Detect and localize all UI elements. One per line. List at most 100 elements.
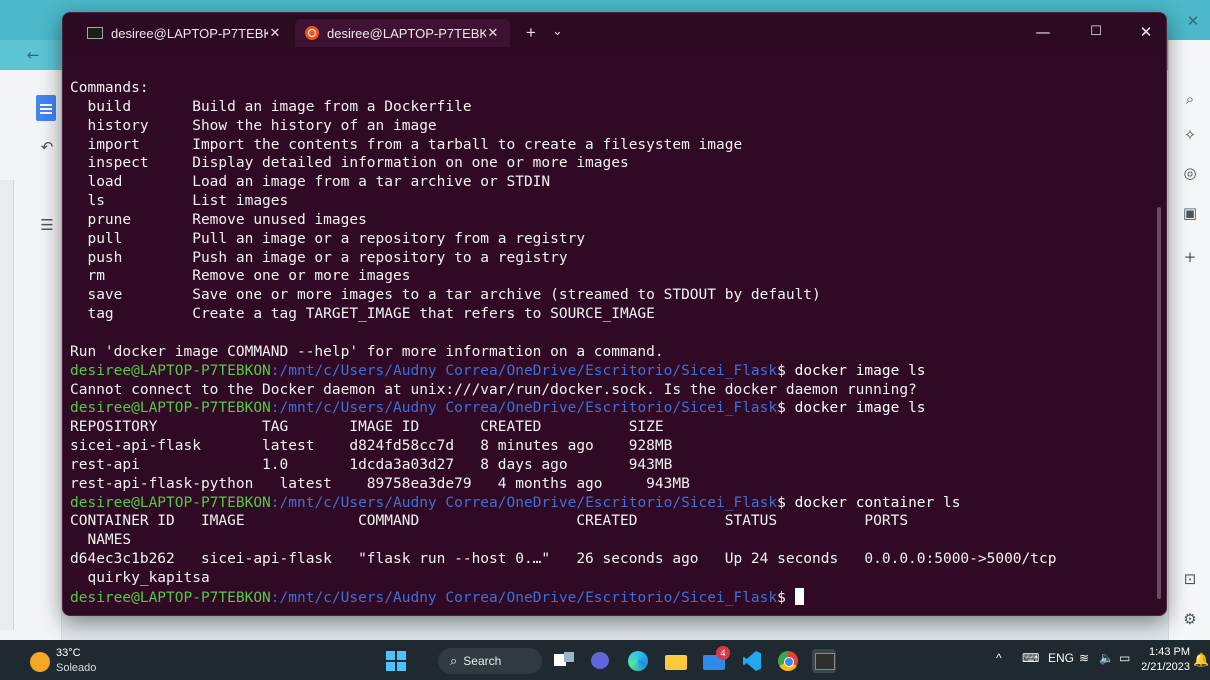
docs-icon[interactable] — [36, 95, 56, 121]
vscode-icon[interactable] — [740, 649, 764, 673]
battery-icon[interactable]: ▭ — [1119, 651, 1130, 665]
output-line: d64ec3c1b262 sicei-api-flask "flask run … — [70, 551, 1057, 568]
show-hidden-icons-chevron-icon[interactable]: ^ — [996, 651, 1002, 665]
background-top-strip — [0, 0, 1210, 10]
prompt-symbol: $ — [777, 494, 795, 511]
sun-icon[interactable] — [30, 652, 50, 672]
minimize-button[interactable]: — — [1023, 19, 1063, 45]
maximize-button[interactable]: ☐ — [1076, 19, 1116, 45]
prompt-line: desiree@LAPTOP-P7TEBKON:/mnt/c/Users/Aud… — [70, 399, 1150, 418]
bing-icon[interactable]: ◎ — [1179, 162, 1201, 184]
output-line: REPOSITORY TAG IMAGE ID CREATED SIZE — [70, 419, 664, 436]
clock-time[interactable]: 1:43 PM — [1148, 646, 1190, 658]
edge-icon[interactable] — [626, 649, 650, 673]
output-line: sicei-api-flask latest d824fd58cc7d 8 mi… — [70, 438, 673, 455]
tab-shell-1[interactable]: desiree@LAPTOP-P7TEBKON: / ✕ — [77, 19, 292, 47]
tab-label: desiree@LAPTOP-P7TEBKON: / — [111, 25, 268, 41]
wifi-icon[interactable]: ≋ — [1079, 651, 1089, 665]
prompt-user: desiree@LAPTOP-P7TEBKON — [70, 494, 271, 511]
weather-description[interactable]: Soleado — [56, 662, 96, 674]
terminal-tab-icon — [87, 27, 103, 39]
back-arrow-icon[interactable]: ← — [22, 44, 44, 66]
sidebar-toggle-icon[interactable]: ⊡ — [1179, 568, 1201, 590]
outlook-icon[interactable]: ▣ — [1179, 202, 1201, 224]
taskbar-search-box[interactable]: ⌕ Search — [438, 648, 542, 674]
tab-shell-2[interactable]: desiree@LAPTOP-P7TEBKON: ✕ — [295, 19, 510, 47]
close-window-button[interactable]: ✕ — [1126, 19, 1166, 45]
output-line: rm Remove one or more images — [70, 268, 411, 285]
outline-icon[interactable]: ☰ — [36, 214, 58, 236]
prompt-path: :/mnt/c/Users/Audny Correa/OneDrive/Escr… — [270, 400, 778, 417]
close-tab-icon[interactable]: ✕ — [268, 25, 282, 41]
keyboard-icon[interactable]: ⌨ — [1022, 651, 1039, 665]
chat-icon[interactable] — [588, 649, 612, 673]
notification-bell-icon[interactable]: 🔔 — [1193, 652, 1209, 668]
prompt-line: desiree@LAPTOP-P7TEBKON:/mnt/c/Users/Aud… — [70, 587, 1150, 607]
output-line: rest-api-flask-python latest 89758ea3de7… — [70, 475, 690, 492]
weather-temperature[interactable]: 33°C — [56, 647, 81, 659]
output-line: history Show the history of an image — [70, 117, 437, 134]
vertical-ruler — [0, 180, 14, 630]
output-line: ls List images — [70, 193, 289, 210]
windows-start-icon[interactable] — [386, 651, 406, 671]
windows-taskbar: 33°C Soleado ⌕ Search 4 ^ ⌨ ENG ≋ 🔈 ▭ 1:… — [0, 640, 1210, 680]
output-line: load Load an image from a tar archive or… — [70, 174, 551, 191]
output-line: push Push an image or a repository to a … — [70, 249, 568, 266]
tab-dropdown-chevron-icon[interactable]: ⌄ — [552, 23, 563, 39]
output-line: quirky_kapitsa — [70, 569, 210, 586]
output-line: prune Remove unused images — [70, 211, 367, 228]
background-right-sidebar: ⌕ ✧ ◎ ▣ + ⊡ ⚙ — [1168, 40, 1210, 640]
output-line: build Build an image from a Dockerfile — [70, 98, 472, 115]
output-line: Run 'docker image COMMAND --help' for mo… — [70, 343, 664, 360]
terminal-scrollbar[interactable] — [1157, 207, 1161, 599]
prompt-path: :/mnt/c/Users/Audny Correa/OneDrive/Escr… — [270, 494, 778, 511]
prompt-path: :/mnt/c/Users/Audny Correa/OneDrive/Escr… — [270, 589, 778, 606]
prompt-command: docker image ls — [794, 400, 926, 417]
output-line: pull Pull an image or a repository from … — [70, 230, 586, 247]
file-explorer-icon[interactable] — [664, 649, 688, 673]
prompt-user: desiree@LAPTOP-P7TEBKON — [70, 400, 271, 417]
output-line: NAMES — [70, 532, 132, 549]
output-line: save Save one or more images to a tar ar… — [70, 287, 821, 304]
sparkle-icon[interactable]: ✧ — [1179, 124, 1201, 146]
terminal-window[interactable]: desiree@LAPTOP-P7TEBKON: / ✕ desiree@LAP… — [62, 12, 1167, 616]
terminal-output[interactable]: Commands: build Build an image from a Do… — [70, 79, 1150, 609]
prompt-path: :/mnt/c/Users/Audny Correa/OneDrive/Escr… — [270, 362, 778, 379]
language-indicator[interactable]: ENG — [1048, 651, 1074, 665]
output-line: rest-api 1.0 1dcda3a03d27 8 days ago 943… — [70, 456, 673, 473]
settings-icon[interactable]: ⚙ — [1179, 608, 1201, 630]
prompt-line: desiree@LAPTOP-P7TEBKON:/mnt/c/Users/Aud… — [70, 362, 1150, 381]
undo-icon[interactable]: ↶ — [36, 136, 58, 158]
search-label: Search — [463, 654, 502, 668]
output-line: CONTAINER ID IMAGE COMMAND CREATED STATU… — [70, 513, 909, 530]
prompt-symbol: $ — [777, 589, 795, 606]
prompt-command: docker image ls — [794, 362, 926, 379]
output-line: Commands: — [70, 80, 149, 96]
output-line: Cannot connect to the Docker daemon at u… — [70, 381, 917, 398]
mail-badge: 4 — [716, 646, 730, 660]
clock-date[interactable]: 2/21/2023 — [1140, 661, 1190, 673]
text-cursor — [794, 587, 804, 605]
search-icon: ⌕ — [450, 653, 458, 668]
chrome-icon[interactable] — [776, 649, 800, 673]
add-icon[interactable]: + — [1179, 246, 1201, 268]
output-line: tag Create a tag TARGET_IMAGE that refer… — [70, 306, 655, 323]
output-line: import Import the contents from a tarbal… — [70, 136, 743, 153]
prompt-line: desiree@LAPTOP-P7TEBKON:/mnt/c/Users/Aud… — [70, 494, 1150, 513]
prompt-command: docker container ls — [794, 494, 961, 511]
ubuntu-icon — [305, 26, 319, 40]
new-tab-button[interactable]: + — [526, 23, 536, 43]
tab-label: desiree@LAPTOP-P7TEBKON: — [327, 25, 486, 41]
prompt-symbol: $ — [777, 362, 795, 379]
output-line: inspect Display detailed information on … — [70, 155, 629, 172]
volume-icon[interactable]: 🔈 — [1099, 651, 1114, 665]
background-close-icon[interactable]: ✕ — [1178, 10, 1208, 32]
search-icon[interactable]: ⌕ — [1179, 88, 1201, 110]
terminal-app-icon[interactable] — [812, 649, 836, 673]
task-view-icon[interactable] — [552, 649, 576, 673]
close-tab-icon[interactable]: ✕ — [486, 25, 500, 41]
terminal-titlebar[interactable]: desiree@LAPTOP-P7TEBKON: / ✕ desiree@LAP… — [63, 13, 1166, 51]
prompt-symbol: $ — [777, 400, 795, 417]
prompt-user: desiree@LAPTOP-P7TEBKON — [70, 362, 271, 379]
